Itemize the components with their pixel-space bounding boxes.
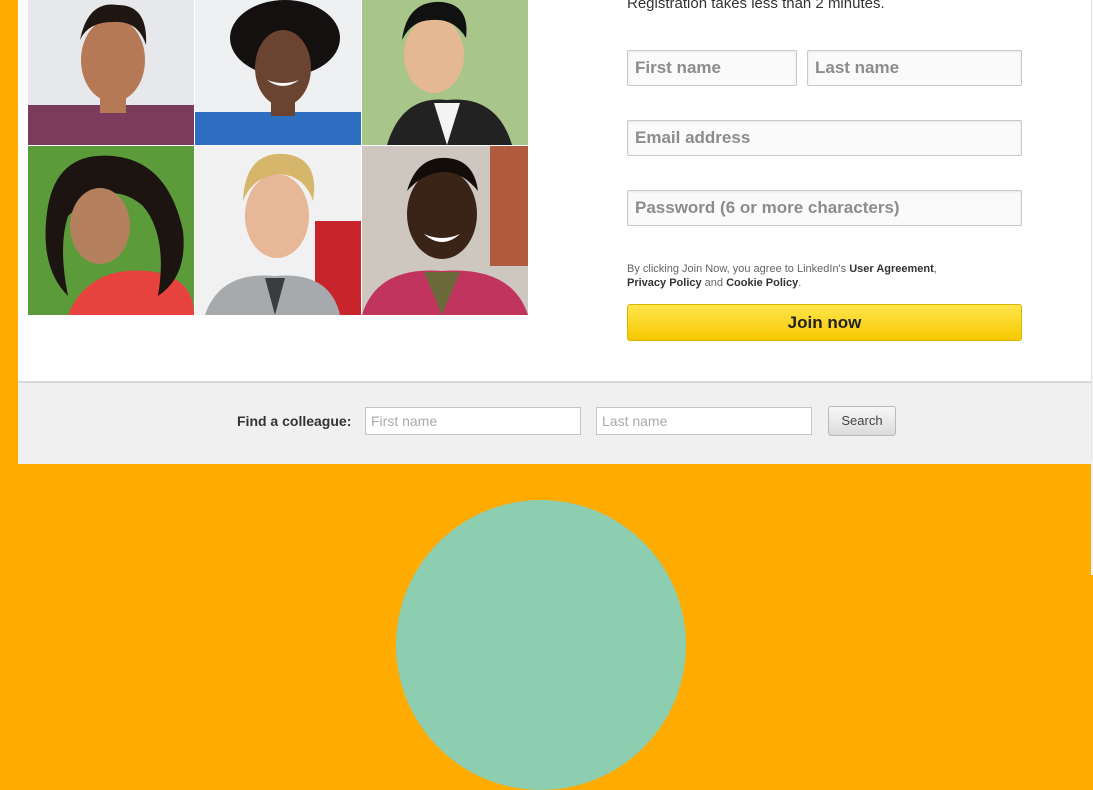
legal-prefix: By clicking Join Now, you agree to Linke… [627, 263, 850, 275]
password-field[interactable] [627, 190, 1022, 226]
member-photo [195, 146, 361, 315]
member-photo [195, 0, 361, 145]
legal-separator: , [933, 263, 937, 275]
join-now-button[interactable]: Join now [627, 304, 1022, 341]
signup-panel: Registration takes less than 2 minutes. … [18, 0, 1092, 464]
colleague-last-name-field[interactable] [596, 407, 812, 435]
member-photo [28, 0, 194, 145]
decorative-circle [396, 500, 686, 790]
cookie-policy-link[interactable]: Cookie Policy [726, 277, 798, 289]
member-photo [362, 146, 528, 315]
member-photo-grid [28, 0, 528, 315]
search-button[interactable]: Search [828, 406, 896, 436]
colleague-first-name-field[interactable] [365, 407, 581, 435]
user-agreement-link[interactable]: User Agreement [849, 263, 934, 275]
find-colleague-bar: Find a colleague: Search [18, 381, 1091, 464]
privacy-policy-link[interactable]: Privacy Policy [627, 277, 702, 289]
member-photo [362, 0, 528, 145]
legal-end: . [798, 277, 802, 289]
first-name-field[interactable] [627, 50, 797, 86]
email-field[interactable] [627, 120, 1022, 156]
find-colleague-label: Find a colleague: [237, 413, 352, 429]
registration-note: Registration takes less than 2 minutes. [627, 0, 885, 12]
last-name-field[interactable] [807, 50, 1022, 86]
legal-and: and [701, 277, 727, 289]
member-photo [28, 146, 194, 315]
legal-notice: By clicking Join Now, you agree to Linke… [627, 262, 1027, 290]
